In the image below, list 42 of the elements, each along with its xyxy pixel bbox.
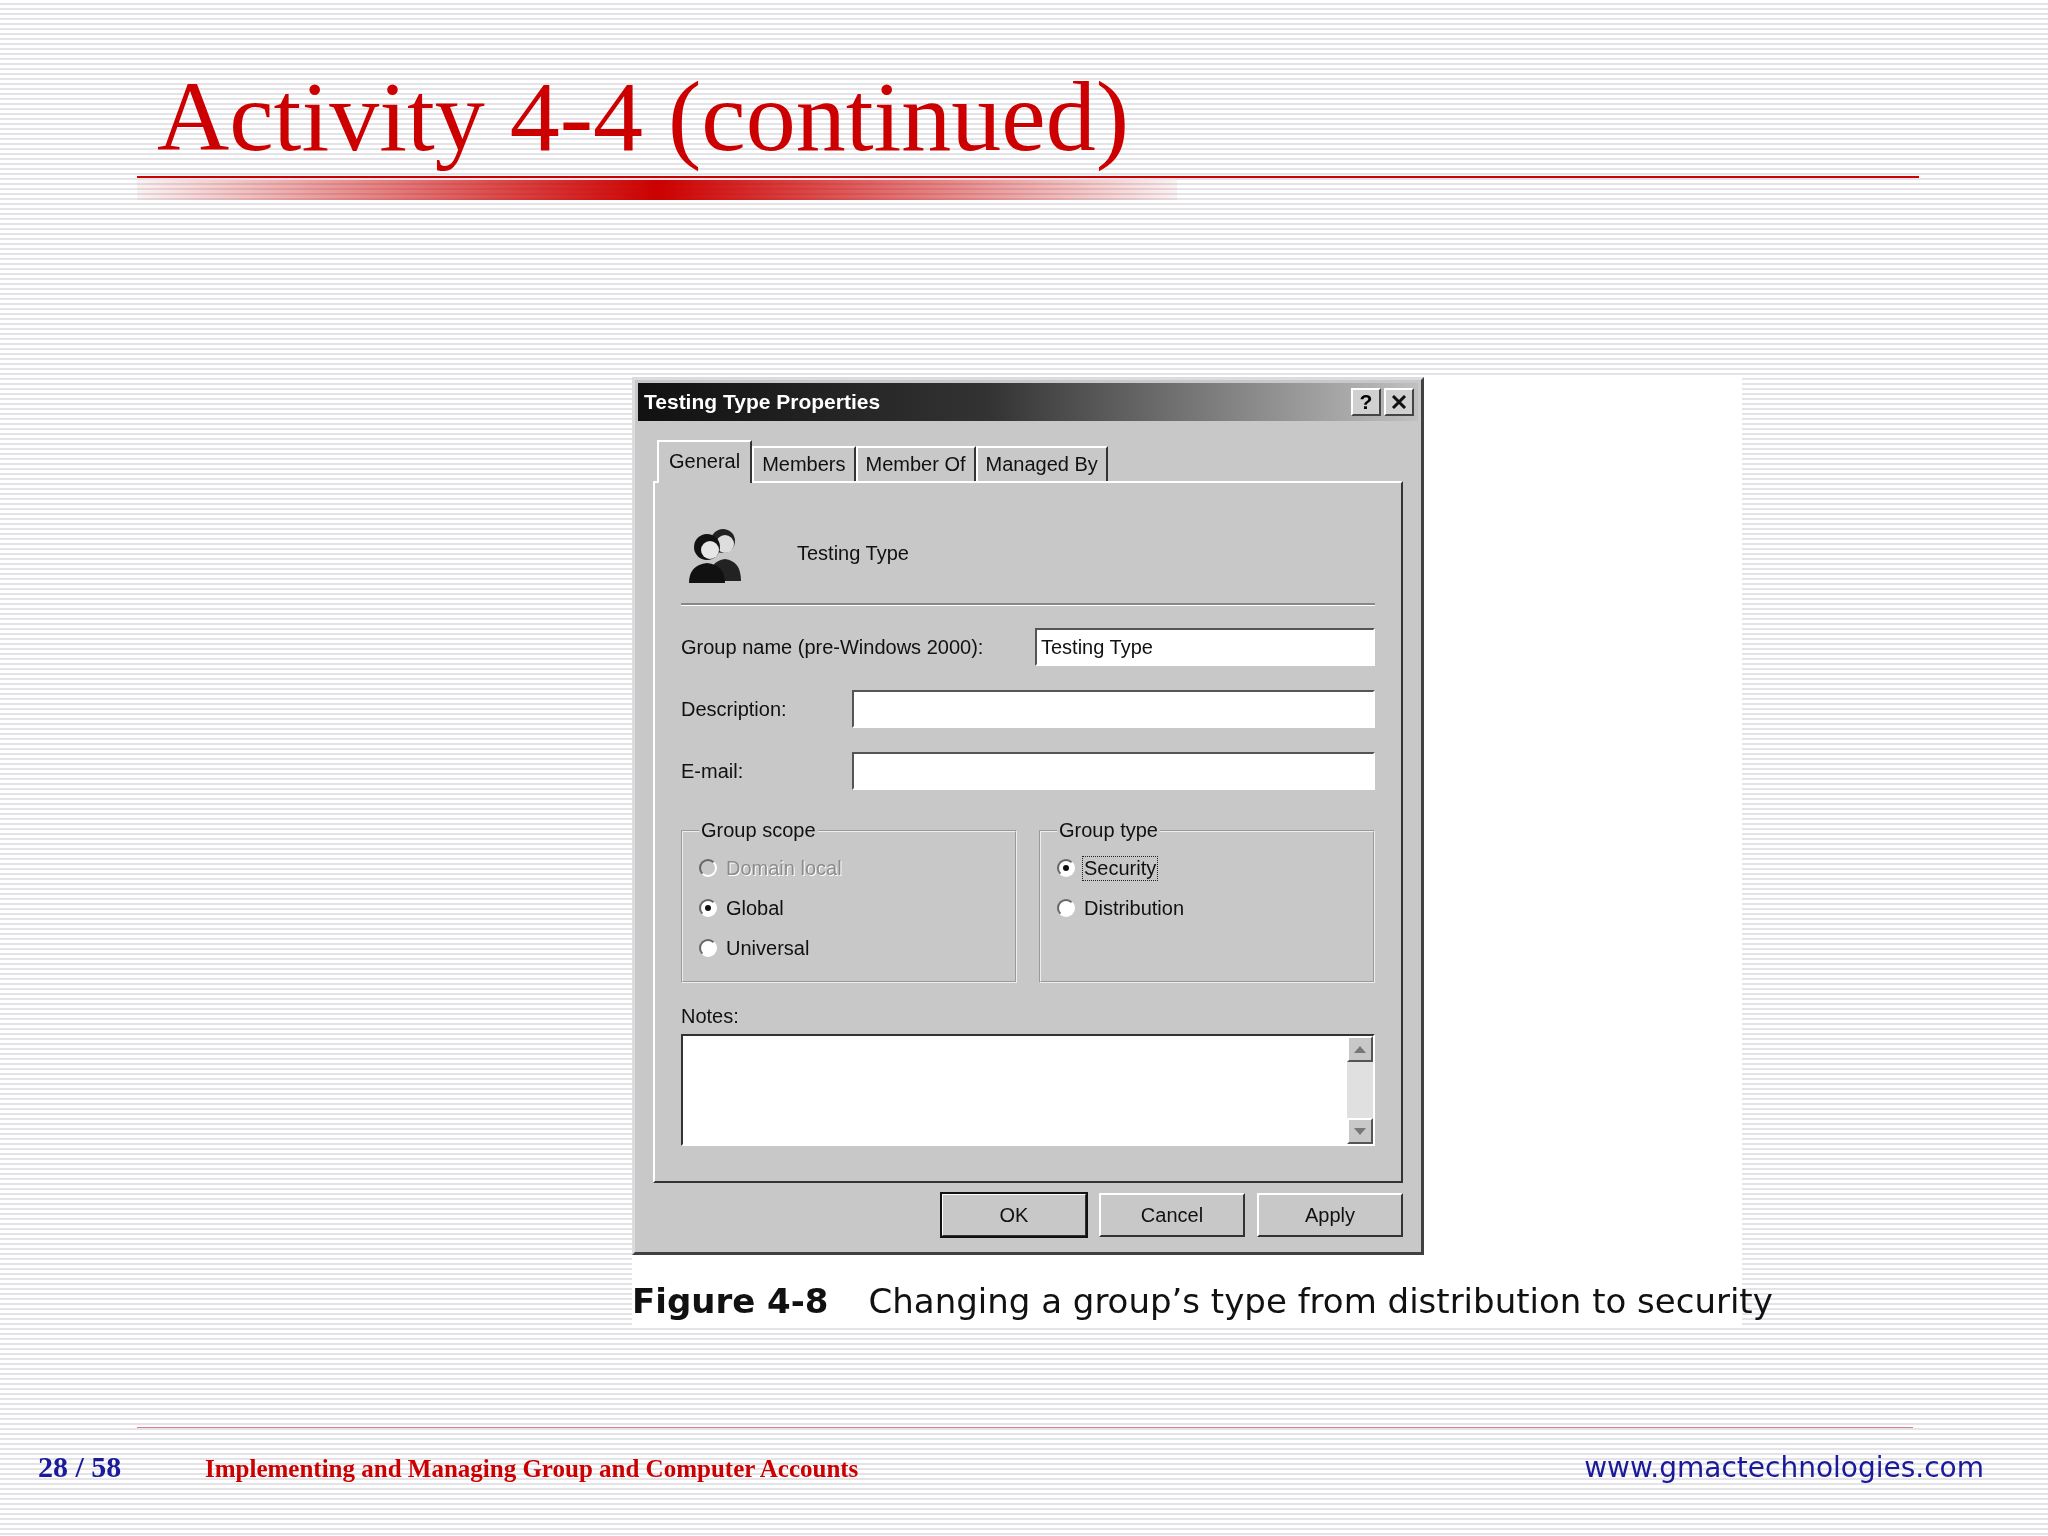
down-arrow-icon bbox=[1354, 1127, 1366, 1135]
notes-field[interactable] bbox=[681, 1034, 1375, 1146]
field-label: E-mail: bbox=[681, 759, 745, 783]
scroll-bar[interactable] bbox=[1347, 1036, 1373, 1144]
dialog-button[interactable]: Cancel bbox=[1099, 1193, 1245, 1237]
radio-button[interactable] bbox=[699, 899, 717, 917]
scroll-up-button[interactable] bbox=[1347, 1036, 1373, 1062]
course-title: Implementing and Managing Group and Computer Accounts bbox=[205, 1455, 860, 1483]
tab[interactable]: Member Of bbox=[855, 446, 976, 481]
input-field[interactable] bbox=[852, 690, 1375, 728]
notes-label: Notes: bbox=[681, 1005, 740, 1028]
radio-button[interactable] bbox=[1057, 899, 1075, 917]
tab[interactable]: Members bbox=[752, 446, 856, 481]
dialog-button[interactable]: OK bbox=[941, 1193, 1087, 1237]
website-link[interactable]: www.gmactechnologies.com bbox=[1584, 1451, 1984, 1484]
radio-button[interactable] bbox=[699, 939, 717, 957]
radio-label: Distribution bbox=[1083, 896, 1186, 920]
scroll-down-button[interactable] bbox=[1347, 1118, 1373, 1144]
figure-label: Figure 4-8 bbox=[632, 1281, 829, 1321]
group-box-title: Group type bbox=[1058, 819, 1159, 842]
tab[interactable]: General bbox=[657, 440, 753, 483]
radio-label: Universal bbox=[725, 936, 811, 960]
figure-caption: Changing a group’s type from distribution to security bbox=[868, 1281, 1773, 1321]
group-name: Testing Type bbox=[797, 541, 909, 565]
page-number: 28 / 58 bbox=[38, 1450, 123, 1484]
radio-label: Domain local bbox=[725, 856, 843, 880]
dialog-button[interactable]: Apply bbox=[1257, 1193, 1403, 1237]
close-button[interactable] bbox=[1384, 388, 1414, 416]
group-box-title: Group scope bbox=[700, 819, 817, 842]
slide-title: Activity 4-4 (continued) bbox=[157, 62, 1129, 172]
radio-button[interactable] bbox=[1057, 859, 1075, 877]
close-icon bbox=[1391, 395, 1407, 409]
radio-label: Global bbox=[725, 896, 785, 920]
help-button[interactable]: ? bbox=[1351, 388, 1381, 416]
tab[interactable]: Managed By bbox=[975, 446, 1108, 481]
field-label: Group name (pre-Windows 2000): bbox=[681, 635, 985, 659]
radio-label: Security bbox=[1083, 856, 1158, 880]
input-field[interactable] bbox=[852, 752, 1375, 790]
field-label: Description: bbox=[681, 697, 788, 721]
window-title: Testing Type Properties bbox=[644, 390, 882, 414]
input-field[interactable]: Testing Type bbox=[1035, 628, 1375, 666]
up-arrow-icon bbox=[1354, 1045, 1366, 1053]
